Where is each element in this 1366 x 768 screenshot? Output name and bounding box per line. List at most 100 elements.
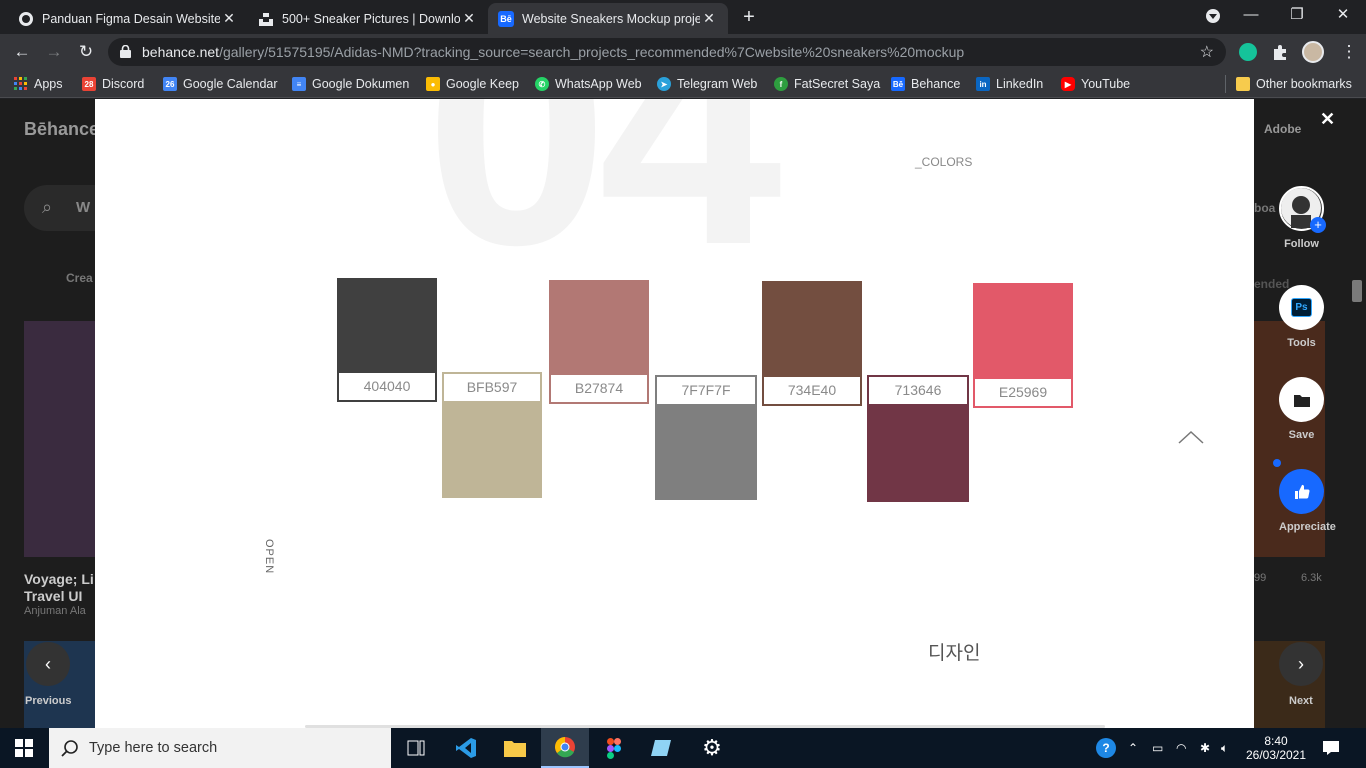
tab-sneaker-pictures[interactable]: 500+ Sneaker Pictures | Downloa ✕ bbox=[248, 3, 488, 34]
follow-button[interactable]: + Follow bbox=[1279, 186, 1326, 250]
bookmark-label: Behance bbox=[911, 77, 961, 91]
address-bar[interactable]: behance.net/gallery/51575195/Adidas-NMD?… bbox=[108, 38, 1226, 66]
owner-avatar: + bbox=[1279, 186, 1326, 233]
background-create: Crea bbox=[66, 271, 93, 285]
windows-taskbar: Type here to search ⚙ ? ⌃ ▭ ◠ ✱ 🔈︎ 8:40 … bbox=[0, 728, 1366, 768]
close-tab-icon[interactable]: ✕ bbox=[700, 10, 718, 27]
task-view-icon[interactable] bbox=[392, 728, 440, 768]
background-card-author: Anjuman Ala bbox=[24, 605, 86, 617]
system-clock[interactable]: 8:40 26/03/2021 bbox=[1246, 728, 1306, 768]
grammarly-icon[interactable] bbox=[1239, 43, 1257, 61]
vscode-icon[interactable] bbox=[442, 728, 490, 768]
search-placeholder: Type here to search bbox=[89, 740, 218, 756]
close-tab-icon[interactable]: ✕ bbox=[460, 10, 478, 27]
swatch-code: 7F7F7F bbox=[655, 375, 757, 406]
battery-icon[interactable]: ▭ bbox=[1152, 728, 1163, 768]
behance-logo[interactable]: Bēhance bbox=[24, 119, 99, 140]
swatch-code: E25969 bbox=[973, 377, 1073, 408]
bookmark-label: Google Calendar bbox=[183, 77, 278, 91]
volume-icon[interactable]: 🔈︎ bbox=[1221, 728, 1228, 768]
chrome-taskbar-icon[interactable] bbox=[541, 728, 589, 768]
bookmark-fatsecret[interactable]: f FatSecret Saya bbox=[774, 75, 880, 93]
save-button[interactable]: Save bbox=[1279, 377, 1324, 441]
bookmark-linkedin[interactable]: in LinkedIn bbox=[976, 75, 1043, 93]
bookmark-whatsapp[interactable]: ✆ WhatsApp Web bbox=[535, 75, 642, 93]
bookmark-label: WhatsApp Web bbox=[555, 77, 642, 91]
youtube-icon: ▶ bbox=[1061, 77, 1075, 91]
file-explorer-icon[interactable] bbox=[491, 728, 539, 768]
notification-center-icon[interactable] bbox=[1322, 728, 1340, 768]
adobe-logo[interactable]: Adobe bbox=[1264, 122, 1301, 136]
restore-button[interactable]: ❐ bbox=[1274, 0, 1320, 32]
whatsapp-icon: ✆ bbox=[535, 77, 549, 91]
minimize-button[interactable]: — bbox=[1228, 0, 1274, 32]
bookmark-label: YouTube bbox=[1081, 77, 1131, 91]
close-window-button[interactable]: ✕ bbox=[1320, 0, 1366, 32]
close-tab-icon[interactable]: ✕ bbox=[220, 10, 238, 27]
bookmark-star-icon[interactable]: ☆ bbox=[1200, 42, 1214, 62]
taskbar-search[interactable]: Type here to search bbox=[49, 728, 391, 768]
follow-label: Follow bbox=[1284, 238, 1319, 250]
bookmark-youtube[interactable]: ▶ YouTube bbox=[1061, 75, 1130, 93]
search-icon: ⌕ bbox=[42, 197, 53, 217]
chevron-right-icon: › bbox=[1298, 653, 1304, 674]
chevron-up-icon[interactable] bbox=[1177, 429, 1205, 445]
notes-app-icon[interactable] bbox=[638, 728, 686, 768]
url-host: behance.net bbox=[142, 44, 220, 60]
background-card-title: Travel UI bbox=[24, 588, 83, 604]
extensions-puzzle-icon[interactable] bbox=[1271, 43, 1289, 61]
bookmark-google-dokumen[interactable]: ≡ Google Dokumen bbox=[292, 75, 409, 93]
help-icon[interactable]: ? bbox=[1096, 728, 1116, 768]
bookmark-google-keep[interactable]: ● Google Keep bbox=[426, 75, 519, 93]
close-modal-icon[interactable]: ✕ bbox=[1320, 109, 1335, 130]
project-modal: 04 _COLORS 404040 BFB597 B27874 7F7F7F 7… bbox=[95, 99, 1254, 728]
behance-page: Bēhance Adobe ⌕ W Crea boa ended Voyage;… bbox=[0, 99, 1366, 728]
scrollbar-thumb[interactable] bbox=[1352, 280, 1362, 302]
windows-start-icon[interactable] bbox=[0, 728, 48, 768]
tab-title: Panduan Figma Desain Website E bbox=[42, 11, 220, 26]
clock-time: 8:40 bbox=[1264, 734, 1288, 748]
previous-button[interactable]: ‹ bbox=[26, 642, 70, 686]
tab-panduan-figma[interactable]: Panduan Figma Desain Website E ✕ bbox=[8, 3, 248, 34]
appreciate-button[interactable]: Appreciate bbox=[1279, 469, 1336, 533]
swatch-block bbox=[655, 405, 757, 500]
bookmark-behance[interactable]: Bē Behance bbox=[891, 75, 960, 93]
folder-icon bbox=[1236, 77, 1250, 91]
tab-strip: Panduan Figma Desain Website E ✕ 500+ Sn… bbox=[0, 0, 1366, 34]
swatch-block bbox=[337, 278, 437, 372]
korean-design-text: 디자인 bbox=[928, 643, 981, 664]
lock-icon bbox=[120, 45, 131, 58]
telegram-icon: ➤ bbox=[657, 77, 671, 91]
reload-icon[interactable]: ↻ bbox=[73, 40, 99, 64]
bluetooth-icon[interactable]: ✱ bbox=[1200, 728, 1210, 768]
settings-gear-icon[interactable]: ⚙ bbox=[688, 728, 736, 768]
url-path: /gallery/51575195/Adidas-NMD?tracking_so… bbox=[219, 44, 965, 60]
tab-website-sneakers[interactable]: Bē Website Sneakers Mockup projec ✕ bbox=[488, 3, 728, 34]
back-arrow-icon[interactable]: ← bbox=[9, 40, 35, 64]
chrome-menu-icon[interactable]: ⋮ bbox=[1336, 40, 1362, 64]
chevron-up-icon[interactable]: ⌃ bbox=[1128, 728, 1138, 768]
apps-grid-icon bbox=[14, 77, 28, 91]
linkedin-icon: in bbox=[976, 77, 990, 91]
bookmark-apps[interactable]: Apps bbox=[14, 75, 63, 93]
wifi-icon[interactable]: ◠ bbox=[1176, 728, 1186, 768]
chevron-left-icon: ‹ bbox=[45, 653, 51, 674]
other-bookmarks[interactable]: Other bookmarks bbox=[1225, 75, 1352, 93]
background-card-stat: 99 bbox=[1254, 572, 1267, 584]
notification-dot bbox=[1273, 459, 1281, 467]
previous-label: Previous bbox=[25, 695, 72, 707]
new-tab-button[interactable]: + bbox=[738, 6, 760, 28]
tools-button[interactable]: Ps Tools bbox=[1279, 285, 1324, 349]
google-calendar-icon: 26 bbox=[163, 77, 177, 91]
next-button[interactable]: › bbox=[1279, 642, 1323, 686]
background-search-text: W bbox=[76, 199, 91, 216]
bookmark-label: Apps bbox=[34, 77, 63, 91]
bookmark-discord[interactable]: 28 Discord bbox=[82, 75, 144, 93]
forward-arrow-icon[interactable]: → bbox=[41, 40, 67, 64]
bookmark-google-calendar[interactable]: 26 Google Calendar bbox=[163, 75, 278, 93]
figma-taskbar-icon[interactable] bbox=[590, 728, 638, 768]
page-scrollbar[interactable] bbox=[1350, 99, 1366, 728]
bookmark-telegram[interactable]: ➤ Telegram Web bbox=[657, 75, 757, 93]
profile-avatar[interactable] bbox=[1302, 41, 1324, 63]
appreciate-circle bbox=[1279, 469, 1324, 514]
